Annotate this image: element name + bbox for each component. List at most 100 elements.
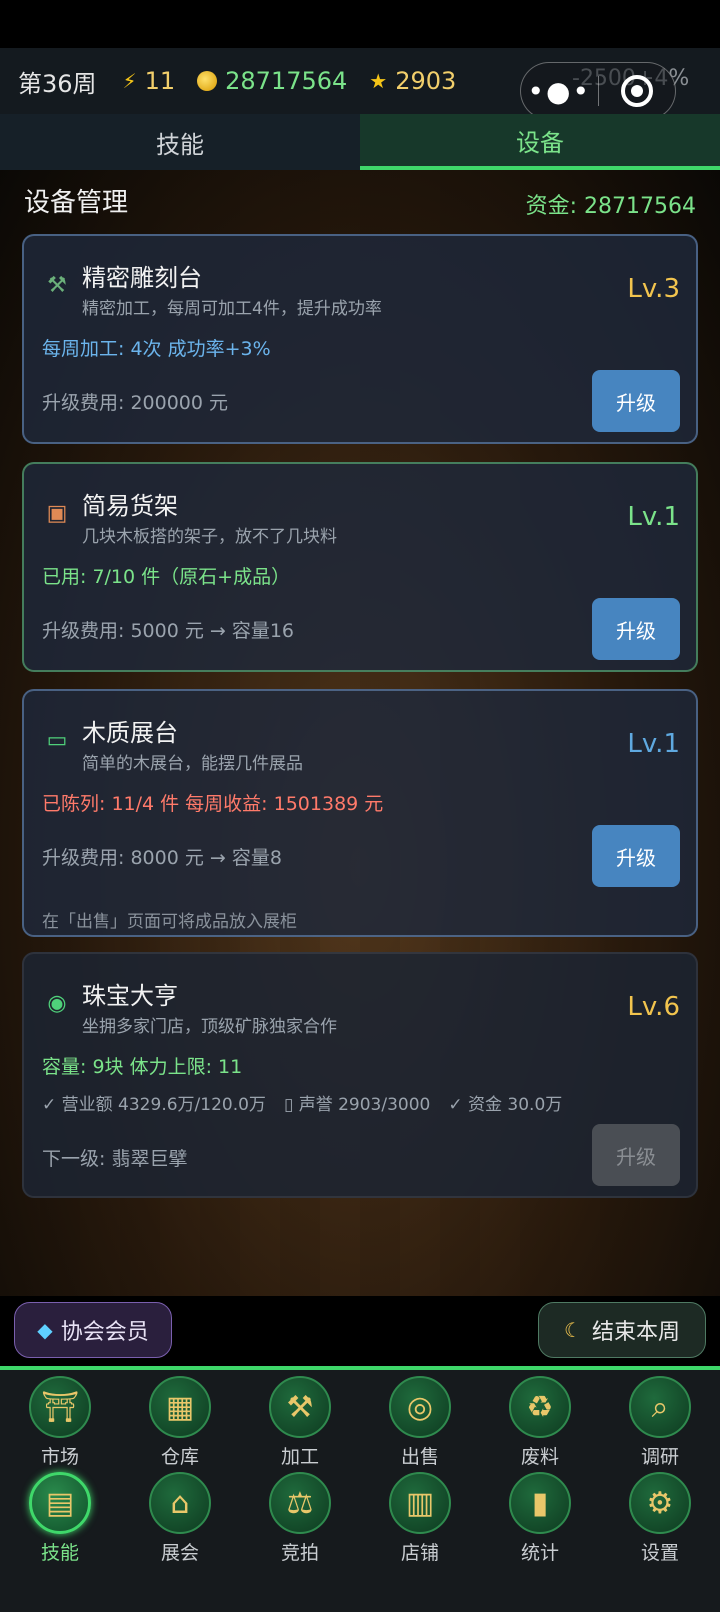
lightning-icon: ⚡ bbox=[122, 69, 137, 93]
funds-display: 资金: 28717564 bbox=[525, 194, 696, 219]
nav-item-0[interactable]: ⛩ 市场 bbox=[0, 1376, 120, 1472]
week-counter: 第36周 bbox=[18, 69, 97, 98]
hammer-icon: ⚒ bbox=[47, 272, 67, 298]
coin-icon bbox=[197, 71, 218, 91]
nav-label: 店铺 bbox=[400, 1542, 439, 1564]
equipment-description: 简单的木展台，能摆几件展品 bbox=[82, 754, 303, 774]
equipment-stat: 已陈列: 11/4 件 每周收益: 1501389 元 bbox=[42, 793, 384, 815]
shop-badge-icon: ◉ bbox=[47, 990, 67, 1016]
more-menu-icon[interactable]: •●• bbox=[521, 75, 598, 108]
equipment-stat: 每周加工: 4次 成功率+3% bbox=[42, 338, 271, 360]
shop-level: Lv.6 bbox=[627, 992, 680, 1022]
upgrade-cost: 升级费用: 200000 元 bbox=[42, 392, 229, 414]
coin-icon: ◎ bbox=[389, 1376, 451, 1438]
requirement-funds: ✓ 资金 30.0万 bbox=[448, 1095, 563, 1115]
association-member-button[interactable]: ◆ 协会会员 bbox=[14, 1302, 172, 1358]
member-label: 协会会员 bbox=[60, 1320, 149, 1345]
page-title: 设备管理 bbox=[24, 188, 129, 218]
market-gate-icon: ⛩ bbox=[29, 1376, 91, 1438]
nav-item-3[interactable]: ◎ 出售 bbox=[360, 1376, 480, 1472]
nav-item-9[interactable]: ▥ 店铺 bbox=[360, 1472, 480, 1568]
nav-label: 统计 bbox=[520, 1542, 559, 1564]
equipment-card-shelf: ▣ 简易货架 几块木板搭的架子，放不了几块料 Lv.1 已用: 7/10 件（原… bbox=[22, 462, 698, 672]
book-icon: ▤ bbox=[29, 1472, 91, 1534]
magnifier-icon: ⌕ bbox=[629, 1376, 691, 1438]
nav-label: 技能 bbox=[40, 1542, 79, 1564]
box-icon: ▣ bbox=[46, 500, 68, 526]
gavel-icon: ⚖ bbox=[269, 1472, 331, 1534]
recycle-icon: ♻ bbox=[509, 1376, 571, 1438]
requirement-reputation: ▯ 声誉 2903/3000 bbox=[283, 1095, 431, 1115]
money-stat: 28717564 bbox=[197, 67, 347, 95]
upgrade-cost: 升级费用: 8000 元 → 容量8 bbox=[42, 847, 282, 869]
nav-item-6[interactable]: ▤ 技能 bbox=[0, 1472, 120, 1568]
shop-level-description: 坐拥多家门店，顶级矿脉独家合作 bbox=[82, 1017, 337, 1037]
star-icon: ★ bbox=[369, 69, 388, 93]
energy-stat: ⚡ 11 bbox=[123, 67, 176, 95]
upgrade-button-disabled[interactable]: 升级 bbox=[592, 1124, 680, 1186]
nav-label: 加工 bbox=[280, 1446, 319, 1468]
equipment-level: Lv.1 bbox=[627, 729, 680, 759]
bar-chart-icon: ▮ bbox=[509, 1472, 571, 1534]
nav-item-8[interactable]: ⚖ 竞拍 bbox=[240, 1472, 360, 1568]
bottom-navigation: ⛩ 市场 ▦ 仓库 ⚒ 加工 ◎ 出售 ♻ 废料 ⌕ 调研 ▤ 技能 ⌂ 展会 ⚖ 竞拍 ▥ 店铺 ▮ 统计 ⚙ 设置 bbox=[0, 1366, 720, 1612]
equipment-name: 精密雕刻台 bbox=[82, 264, 202, 292]
nav-label: 废料 bbox=[520, 1446, 559, 1468]
miniprogram-capsule: •●• bbox=[520, 62, 676, 120]
reputation-stat: ★ 2903 bbox=[369, 67, 456, 95]
museum-icon: ⌂ bbox=[149, 1472, 211, 1534]
nav-label: 仓库 bbox=[160, 1446, 199, 1468]
close-miniprogram-icon[interactable] bbox=[599, 75, 676, 107]
gear-icon: ⚙ bbox=[629, 1472, 691, 1534]
nav-item-5[interactable]: ⌕ 调研 bbox=[600, 1376, 720, 1472]
upgrade-button[interactable]: 升级 bbox=[592, 825, 680, 887]
tab-bar: 技能 设备 bbox=[0, 114, 720, 170]
tab-equipment[interactable]: 设备 bbox=[360, 114, 720, 170]
nav-item-10[interactable]: ▮ 统计 bbox=[480, 1472, 600, 1568]
nav-label: 出售 bbox=[400, 1446, 439, 1468]
moon-icon: ☾ bbox=[564, 1318, 582, 1342]
energy-value: 11 bbox=[144, 67, 176, 95]
money-value: 28717564 bbox=[225, 67, 348, 95]
upgrade-button[interactable]: 升级 bbox=[592, 598, 680, 660]
display-case-icon: ▭ bbox=[46, 727, 68, 753]
nav-label: 市场 bbox=[40, 1446, 79, 1468]
end-week-button[interactable]: ☾ 结束本周 bbox=[538, 1302, 706, 1358]
nav-label: 展会 bbox=[160, 1542, 199, 1564]
equipment-description: 精密加工，每周可加工4件，提升成功率 bbox=[82, 299, 382, 319]
equipment-level: Lv.3 bbox=[627, 274, 680, 304]
top-bar-black bbox=[0, 0, 720, 48]
nav-item-1[interactable]: ▦ 仓库 bbox=[120, 1376, 240, 1472]
nav-label: 设置 bbox=[640, 1542, 679, 1564]
display-hint: 在「出售」页面可将成品放入展柜 bbox=[42, 912, 297, 932]
status-bar: 第36周 ⚡ 11 28717564 ★ 2903 -2500+4% •●• bbox=[0, 48, 720, 120]
reputation-value: 2903 bbox=[395, 67, 457, 95]
equipment-name: 木质展台 bbox=[82, 719, 178, 747]
shop-level-name: 珠宝大亨 bbox=[82, 982, 178, 1010]
upgrade-requirements: ✓ 营业额 4329.6万/120.0万 ▯ 声誉 2903/3000 ✓ 资金… bbox=[42, 1090, 562, 1115]
equipment-level: Lv.1 bbox=[627, 502, 680, 532]
nav-item-2[interactable]: ⚒ 加工 bbox=[240, 1376, 360, 1472]
equipment-card-engraving-table: ⚒ 精密雕刻台 精密加工，每周可加工4件，提升成功率 Lv.3 每周加工: 4次… bbox=[22, 234, 698, 444]
upgrade-cost: 升级费用: 5000 元 → 容量16 bbox=[42, 620, 295, 642]
upgrade-button[interactable]: 升级 bbox=[592, 370, 680, 432]
requirement-revenue: ✓ 营业额 4329.6万/120.0万 bbox=[42, 1095, 266, 1115]
diamond-icon: ◆ bbox=[37, 1318, 53, 1342]
shop-icon: ▥ bbox=[389, 1472, 451, 1534]
equipment-description: 几块木板搭的架子，放不了几块料 bbox=[82, 527, 337, 547]
end-week-label: 结束本周 bbox=[591, 1320, 680, 1345]
nav-item-7[interactable]: ⌂ 展会 bbox=[120, 1472, 240, 1568]
equipment-card-display-stand: ▭ 木质展台 简单的木展台，能摆几件展品 Lv.1 已陈列: 11/4 件 每周… bbox=[22, 689, 698, 937]
shop-level-stat: 容量: 9块 体力上限: 11 bbox=[42, 1056, 243, 1078]
nav-item-4[interactable]: ♻ 废料 bbox=[480, 1376, 600, 1472]
tab-skills[interactable]: 技能 bbox=[0, 114, 360, 170]
tools-icon: ⚒ bbox=[269, 1376, 331, 1438]
equipment-stat: 已用: 7/10 件（原石+成品） bbox=[42, 566, 291, 588]
equipment-name: 简易货架 bbox=[82, 492, 178, 520]
next-level-label: 下一级: 翡翠巨擘 bbox=[42, 1148, 188, 1170]
nav-label: 竞拍 bbox=[280, 1542, 319, 1564]
nav-label: 调研 bbox=[640, 1446, 679, 1468]
warehouse-icon: ▦ bbox=[149, 1376, 211, 1438]
nav-item-11[interactable]: ⚙ 设置 bbox=[600, 1472, 720, 1568]
shop-level-card: ◉ 珠宝大亨 坐拥多家门店，顶级矿脉独家合作 Lv.6 容量: 9块 体力上限:… bbox=[22, 952, 698, 1198]
